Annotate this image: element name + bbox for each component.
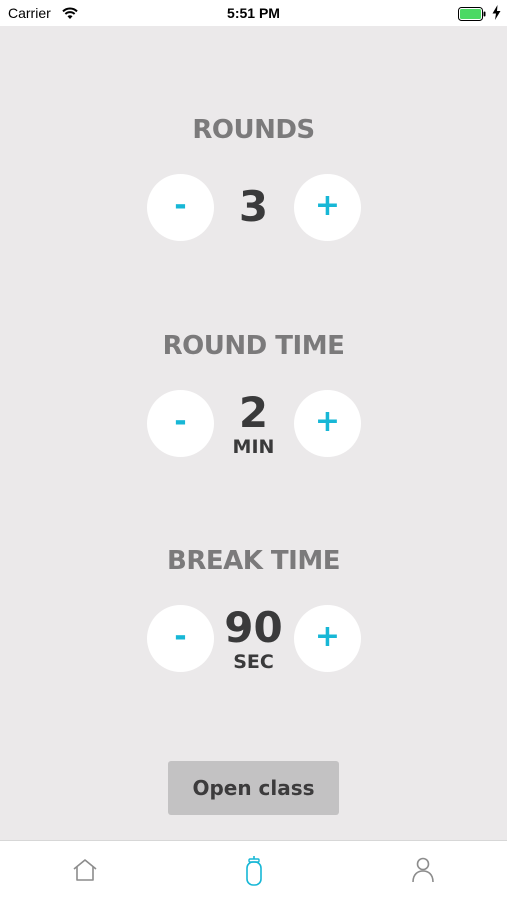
round-time-increment-button[interactable]: + (294, 390, 361, 457)
break-time-unit: SEC (233, 651, 274, 673)
tab-profile[interactable] (338, 841, 507, 901)
tab-training[interactable] (169, 841, 338, 901)
status-time: 5:51 PM (227, 5, 280, 21)
round-time-value: 2 (238, 388, 269, 437)
break-time-label: BREAK TIME (167, 546, 340, 576)
charging-icon (492, 5, 501, 20)
punching-bag-icon (246, 856, 262, 886)
rounds-value: 3 (238, 182, 269, 231)
home-icon (73, 859, 97, 881)
open-class-button[interactable]: Open class (168, 761, 339, 815)
status-bar: Carrier 5:51 PM (0, 0, 507, 26)
round-time-label: ROUND TIME (162, 331, 345, 361)
tab-bar (0, 840, 507, 901)
rounds-increment-button[interactable]: + (294, 174, 361, 241)
rounds-label: ROUNDS (192, 115, 315, 145)
break-time-value: 90 (224, 603, 283, 652)
break-time-increment-button[interactable]: + (294, 605, 361, 672)
round-time-unit: MIN (232, 436, 275, 458)
profile-icon (412, 857, 434, 883)
battery-icon (458, 6, 486, 21)
tab-home[interactable] (0, 841, 169, 901)
